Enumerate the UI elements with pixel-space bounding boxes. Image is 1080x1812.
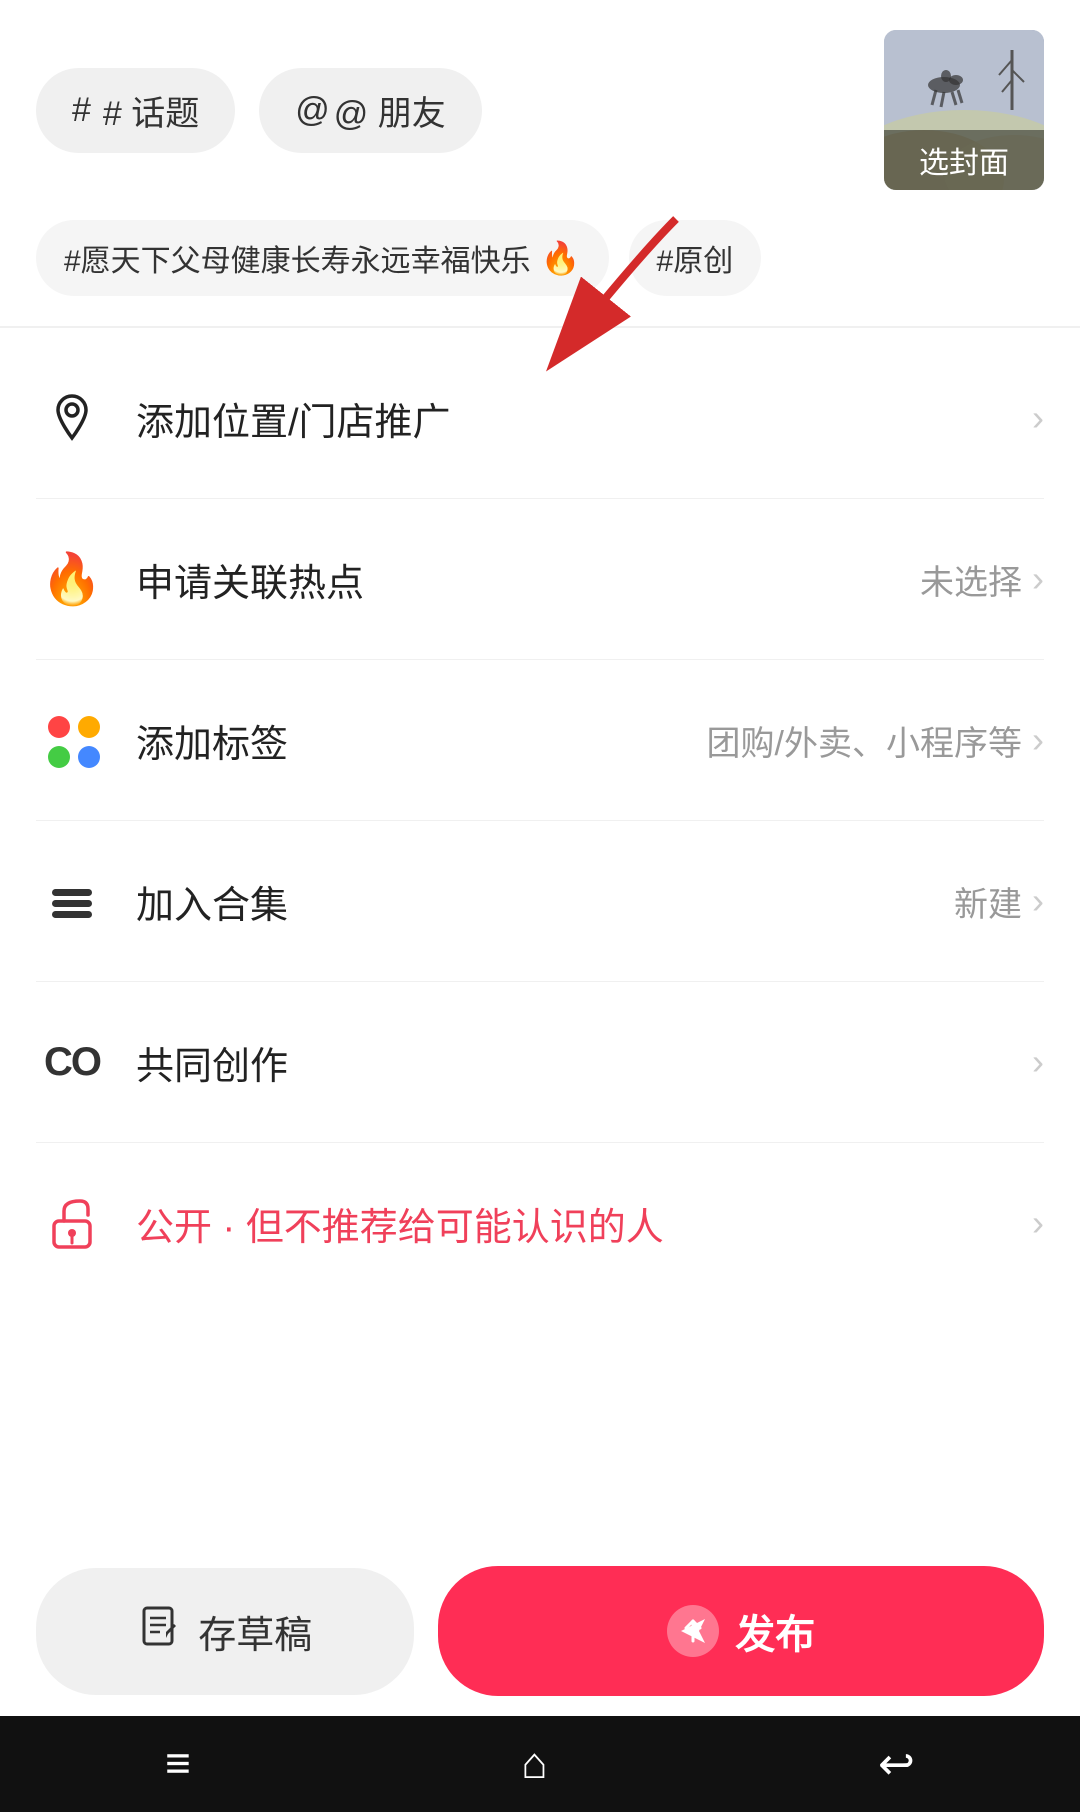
menu-item-tags[interactable]: 添加标签 团购/外卖、小程序等 › [36,660,1044,821]
divider-1 [0,326,1080,328]
bottom-spacer [0,1303,1080,1543]
cover-thumbnail[interactable]: 选封面 [884,30,1044,190]
hashtag-button[interactable]: # # 话题 [36,68,235,153]
tags-chevron: › [1032,719,1044,761]
cocreate-label: 共同创作 [136,1035,1032,1090]
system-nav-bar: ≡ ⌂ ↩ [0,1716,1080,1812]
privacy-chevron: › [1032,1202,1044,1244]
draft-icon [138,1604,182,1658]
collection-chevron: › [1032,880,1044,922]
chip-parents[interactable]: #愿天下父母健康长寿永远幸福快乐 🔥 [36,220,609,296]
nav-home-icon[interactable]: ⌂ [521,1739,548,1789]
hashtag-icon: # [72,91,91,130]
menu-item-privacy[interactable]: 公开 · 但不推荐给可能认识的人 › [36,1143,1044,1303]
location-chevron: › [1032,397,1044,439]
location-label: 添加位置/门店推广 [136,391,1032,446]
mention-label: @ 朋友 [334,86,446,135]
menu-item-cocreate[interactable]: CO 共同创作 › [36,982,1044,1143]
bottom-bar: 存草稿 发布 [0,1546,1080,1716]
save-draft-button[interactable]: 存草稿 [36,1568,414,1695]
cocreate-chevron: › [1032,1041,1044,1083]
collection-label: 加入合集 [136,874,954,929]
menu-item-collection[interactable]: 加入合集 新建 › [36,821,1044,982]
publish-icon [667,1605,719,1657]
collection-icon [36,865,108,937]
hot-chevron: › [1032,558,1044,600]
menu-item-location[interactable]: 添加位置/门店推广 › [36,338,1044,499]
menu-item-hot[interactable]: 🔥 申请关联热点 未选择 › [36,499,1044,660]
hot-value: 未选择 [920,555,1022,604]
hashtag-label: # 话题 [103,86,199,135]
tags-value: 团购/外卖、小程序等 [707,716,1022,765]
tags-icon [36,704,108,776]
cocreate-icon: CO [36,1026,108,1098]
tags-label: 添加标签 [136,713,707,768]
top-bar: # # 话题 @ @ 朋友 [0,0,1080,210]
chips-row: #愿天下父母健康长寿永远幸福快乐 🔥 #原创 [0,210,1080,316]
hot-icon: 🔥 [36,543,108,615]
privacy-icon [36,1187,108,1259]
draft-label: 存草稿 [198,1604,312,1659]
publish-button[interactable]: 发布 [438,1566,1044,1696]
collection-value: 新建 [954,877,1022,926]
privacy-label: 公开 · 但不推荐给可能认识的人 [136,1196,1032,1251]
hot-label: 申请关联热点 [136,552,920,607]
location-icon [36,382,108,454]
publish-label: 发布 [735,1602,815,1660]
menu-list: 添加位置/门店推广 › 🔥 申请关联热点 未选择 › [0,338,1080,1303]
nav-menu-icon[interactable]: ≡ [165,1739,191,1789]
fire-icon-chip: 🔥 [541,239,581,277]
chip-text-original: #原创 [657,236,734,280]
cover-label[interactable]: 选封面 [884,130,1044,190]
nav-back-icon[interactable]: ↩ [878,1739,915,1790]
chip-text-parents: #愿天下父母健康长寿永远幸福快乐 [64,236,531,280]
chip-original[interactable]: #原创 [629,220,762,296]
mention-button[interactable]: @ @ 朋友 [259,68,481,153]
mention-icon: @ [295,91,330,130]
